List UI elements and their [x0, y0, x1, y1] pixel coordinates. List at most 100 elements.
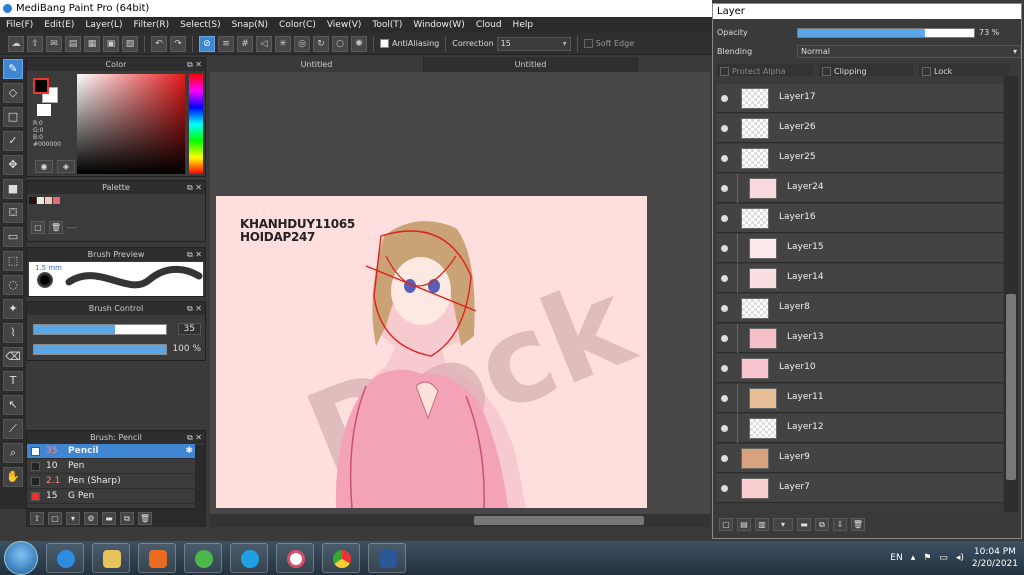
fill-rect-tool-icon[interactable]: ■	[3, 179, 23, 199]
transparent-color-swatch[interactable]	[37, 104, 51, 116]
brush-size-value[interactable]: 35	[177, 323, 201, 335]
clock[interactable]: 10:04 PM 2/20/2021	[972, 546, 1018, 570]
layer-row[interactable]: Layer25	[717, 144, 1003, 173]
eye-visibility-icon[interactable]	[721, 365, 728, 372]
panel-close-icon[interactable]: ⧉ ✕	[187, 431, 202, 444]
materials-icon[interactable]: ▣	[103, 35, 119, 52]
scrollbar-thumb[interactable]	[1006, 294, 1016, 480]
upload-brush-icon[interactable]: ⇧	[30, 511, 44, 525]
menu-color[interactable]: Color(C)	[279, 20, 316, 30]
document-tab-2[interactable]: Untitled	[424, 57, 638, 72]
gradient-tool-icon[interactable]: ▭	[3, 227, 23, 247]
layer-list-scrollbar[interactable]	[1004, 76, 1018, 512]
antialiasing-checkbox[interactable]: AntiAliasing	[380, 39, 439, 48]
media-player-icon[interactable]	[138, 543, 176, 573]
layer-row[interactable]: Layer8	[717, 294, 1003, 323]
magic-wand-tool-icon[interactable]: ✦	[3, 299, 23, 319]
brush-list-scrollbar[interactable]	[195, 445, 205, 509]
brush-item-pencil[interactable]: 35 Pencil ✱	[27, 444, 195, 459]
delete-brush-icon[interactable]: 🗑	[138, 511, 152, 525]
color-picker-button[interactable]: ◈	[57, 160, 75, 173]
layer-row[interactable]: Layer24	[717, 174, 1003, 203]
brush-opacity-slider[interactable]	[33, 344, 167, 355]
color-wheel-button[interactable]: ◉	[35, 160, 53, 173]
action-center-icon[interactable]: ⚑	[923, 553, 931, 563]
concentric-snap-icon[interactable]: ◎	[294, 35, 310, 52]
brush-item-pen-sharp[interactable]: 2.1 Pen (Sharp)	[27, 474, 195, 489]
menu-cloud[interactable]: Cloud	[476, 20, 502, 30]
start-button-icon[interactable]	[4, 541, 38, 575]
hand-tool-icon[interactable]: ✋	[3, 467, 23, 487]
soft-edge-checkbox[interactable]: Soft Edge	[583, 39, 634, 48]
vanishing-point-icon[interactable]: ◁	[256, 35, 272, 52]
brush-settings-icon[interactable]: ⚙	[84, 511, 98, 525]
menu-file[interactable]: File(F)	[6, 20, 33, 30]
add-layer-menu-icon[interactable]: ▾	[773, 517, 793, 531]
save-icon[interactable]: ▤	[65, 35, 81, 52]
new-brush-icon[interactable]: ▢	[48, 511, 62, 525]
crisscross-snap-icon[interactable]: #	[237, 35, 253, 52]
circle-snap-icon[interactable]: ○	[332, 35, 348, 52]
document-icon[interactable]: ▦	[84, 35, 100, 52]
menu-layer[interactable]: Layer(L)	[85, 20, 122, 30]
settings-icon[interactable]: ✺	[351, 35, 367, 52]
brush-menu-icon[interactable]: ▾	[66, 511, 80, 525]
layer-row[interactable]: Layer11	[717, 384, 1003, 413]
network-icon[interactable]: ▭	[939, 553, 948, 563]
brush-item-g-pen[interactable]: 15 G Pen	[27, 489, 195, 504]
panel-close-icon[interactable]: ⧉ ✕	[187, 58, 202, 71]
snap-off-icon[interactable]: ⊘	[199, 35, 215, 52]
medibang-taskbar-icon[interactable]	[276, 543, 314, 573]
layer-row[interactable]: Layer13	[717, 324, 1003, 353]
language-indicator[interactable]: EN	[890, 553, 902, 563]
undo-icon[interactable]: ↶	[151, 35, 167, 52]
menu-help[interactable]: Help	[513, 20, 534, 30]
lasso-tool-icon[interactable]: ✓	[3, 131, 23, 151]
panel-close-icon[interactable]: ⧉ ✕	[187, 181, 202, 194]
select-lasso-tool-icon[interactable]: ◌	[3, 275, 23, 295]
new-8bit-layer-icon[interactable]: ▥	[755, 517, 769, 531]
eye-visibility-icon[interactable]	[721, 305, 728, 312]
add-palette-icon[interactable]: ▢	[31, 221, 45, 234]
eye-visibility-icon[interactable]	[721, 215, 728, 222]
layer-row[interactable]: Layer14	[717, 264, 1003, 293]
eye-visibility-icon[interactable]	[721, 335, 728, 342]
eye-visibility-icon[interactable]	[721, 155, 728, 162]
document-tab-1[interactable]: Untitled	[210, 57, 424, 72]
layer-row[interactable]: Layer12	[717, 414, 1003, 443]
radial-snap-icon[interactable]: ✳	[275, 35, 291, 52]
volume-icon[interactable]: ◂)	[956, 553, 964, 563]
operation-tool-icon[interactable]: ↖	[3, 395, 23, 415]
brush-tool-icon[interactable]: ✎	[3, 59, 23, 79]
eye-visibility-icon[interactable]	[721, 185, 728, 192]
internet-explorer-icon[interactable]	[46, 543, 84, 573]
delete-palette-icon[interactable]: 🗑	[49, 221, 63, 234]
duplicate-layer-icon[interactable]: ⧉	[815, 517, 829, 531]
menu-view[interactable]: View(V)	[327, 20, 362, 30]
menu-edit[interactable]: Edit(E)	[44, 20, 74, 30]
comment-icon[interactable]: ✉	[46, 35, 62, 52]
menu-tool[interactable]: Tool(T)	[372, 20, 402, 30]
hue-slider[interactable]	[189, 74, 203, 174]
file-explorer-icon[interactable]	[92, 543, 130, 573]
move-tool-icon[interactable]: ✥	[3, 155, 23, 175]
eraser-tool-icon[interactable]: ◇	[3, 83, 23, 103]
cloud-icon[interactable]: ☁	[8, 35, 24, 52]
brush-item-pen[interactable]: 10 Pen	[27, 459, 195, 474]
parallel-snap-icon[interactable]: ≡	[218, 35, 234, 52]
menu-filter[interactable]: Filter(R)	[134, 20, 170, 30]
share-icon[interactable]: ⇧	[27, 35, 43, 52]
layer-row[interactable]: Layer26	[717, 114, 1003, 143]
merge-layer-icon[interactable]: ⇩	[833, 517, 847, 531]
select-rect-tool-icon[interactable]: ⬚	[3, 251, 23, 271]
gear-icon[interactable]: ✱	[185, 446, 193, 456]
menu-window[interactable]: Window(W)	[413, 20, 464, 30]
select-eraser-tool-icon[interactable]: ⌫	[3, 347, 23, 367]
blending-dropdown[interactable]: Normal	[797, 45, 1021, 58]
cc-cleaner-icon[interactable]	[184, 543, 222, 573]
palette-swatch[interactable]	[29, 197, 36, 204]
select-pen-tool-icon[interactable]: ⌇	[3, 323, 23, 343]
scrollbar-thumb[interactable]	[474, 516, 644, 525]
duplicate-brush-icon[interactable]: ⧉	[120, 511, 134, 525]
redo-icon[interactable]: ↷	[170, 35, 186, 52]
